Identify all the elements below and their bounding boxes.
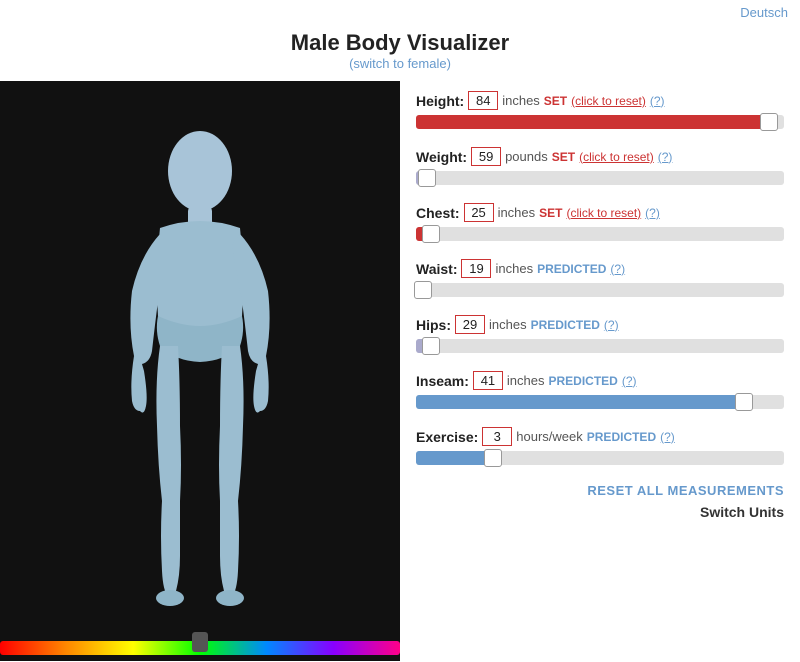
height-unit: inches	[502, 93, 540, 108]
top-bar: Deutsch	[0, 0, 800, 24]
inseam-help-link[interactable]: (?)	[622, 374, 637, 388]
measurement-row-exercise: Exercise:3 hours/week PREDICTED (?)	[416, 427, 784, 465]
hips-unit: inches	[489, 317, 527, 332]
controls-panel: Height:84inches SET(click to reset)(?)We…	[400, 81, 800, 661]
hips-slider-handle[interactable]	[422, 337, 440, 355]
hips-slider-track[interactable]	[416, 339, 784, 353]
exercise-value[interactable]: 3	[482, 427, 512, 446]
inseam-value[interactable]: 41	[473, 371, 503, 390]
height-reset-link[interactable]: (click to reset)	[571, 94, 646, 108]
exercise-slider-track[interactable]	[416, 451, 784, 465]
measurement-row-inseam: Inseam:41 inches PREDICTED (?)	[416, 371, 784, 409]
weight-value[interactable]: 59	[471, 147, 501, 166]
chest-slider-handle[interactable]	[422, 225, 440, 243]
waist-slider-handle[interactable]	[414, 281, 432, 299]
inseam-label: Inseam:	[416, 373, 469, 389]
weight-help-link[interactable]: (?)	[658, 150, 673, 164]
chest-reset-link[interactable]: (click to reset)	[566, 206, 641, 220]
height-slider-handle[interactable]	[760, 113, 778, 131]
switch-units-button[interactable]: Switch Units	[700, 504, 784, 520]
chest-status: SET	[539, 206, 562, 220]
hips-status: PREDICTED	[531, 318, 600, 332]
chest-label: Chest:	[416, 205, 460, 221]
measurement-row-height: Height:84 inches SET (click to reset) (?)	[416, 91, 784, 129]
chest-value[interactable]: 25	[464, 203, 494, 222]
hips-label: Hips:	[416, 317, 451, 333]
inseam-slider-handle[interactable]	[735, 393, 753, 411]
reset-all-button[interactable]: RESET ALL MEASUREMENTS	[587, 483, 784, 498]
measurement-row-chest: Chest:25 inches SET (click to reset) (?)	[416, 203, 784, 241]
height-slider-fill	[416, 115, 766, 129]
color-bar[interactable]	[0, 641, 400, 655]
weight-unit: pounds	[505, 149, 548, 164]
body-figure	[100, 116, 300, 626]
inseam-slider-track[interactable]	[416, 395, 784, 409]
body-viewer	[0, 81, 400, 661]
chest-help-link[interactable]: (?)	[645, 206, 660, 220]
page-title: Male Body Visualizer	[0, 30, 800, 56]
measurement-row-waist: Waist:19 inches PREDICTED (?)	[416, 259, 784, 297]
measurement-row-weight: Weight:59 pounds SET (click to reset) (?)	[416, 147, 784, 185]
exercise-unit: hours/week	[516, 429, 582, 444]
chest-slider-track[interactable]	[416, 227, 784, 241]
bottom-actions: RESET ALL MEASUREMENTS Switch Units	[416, 483, 784, 520]
waist-label: Waist:	[416, 261, 457, 277]
exercise-slider-handle[interactable]	[484, 449, 502, 467]
exercise-label: Exercise:	[416, 429, 478, 445]
switch-gender-link[interactable]: (switch to female)	[349, 56, 451, 71]
waist-help-link[interactable]: (?)	[610, 262, 625, 276]
waist-slider-track[interactable]	[416, 283, 784, 297]
exercise-status: PREDICTED	[587, 430, 656, 444]
weight-status: SET	[552, 150, 575, 164]
waist-unit: inches	[495, 261, 533, 276]
hips-help-link[interactable]: (?)	[604, 318, 619, 332]
height-value[interactable]: 84	[468, 91, 498, 110]
exercise-help-link[interactable]: (?)	[660, 430, 675, 444]
height-slider-track[interactable]	[416, 115, 784, 129]
height-label: Height:	[416, 93, 464, 109]
measurement-row-hips: Hips:29 inches PREDICTED (?)	[416, 315, 784, 353]
weight-slider-track[interactable]	[416, 171, 784, 185]
height-help-link[interactable]: (?)	[650, 94, 665, 108]
weight-slider-handle[interactable]	[418, 169, 436, 187]
weight-reset-link[interactable]: (click to reset)	[579, 150, 654, 164]
color-slider-thumb[interactable]	[192, 632, 208, 652]
language-link[interactable]: Deutsch	[740, 5, 788, 20]
hips-value[interactable]: 29	[455, 315, 485, 334]
waist-value[interactable]: 19	[461, 259, 491, 278]
weight-label: Weight:	[416, 149, 467, 165]
waist-status: PREDICTED	[537, 262, 606, 276]
height-status: SET	[544, 94, 567, 108]
inseam-status: PREDICTED	[549, 374, 618, 388]
inseam-slider-fill	[416, 395, 740, 409]
inseam-unit: inches	[507, 373, 545, 388]
chest-unit: inches	[498, 205, 536, 220]
